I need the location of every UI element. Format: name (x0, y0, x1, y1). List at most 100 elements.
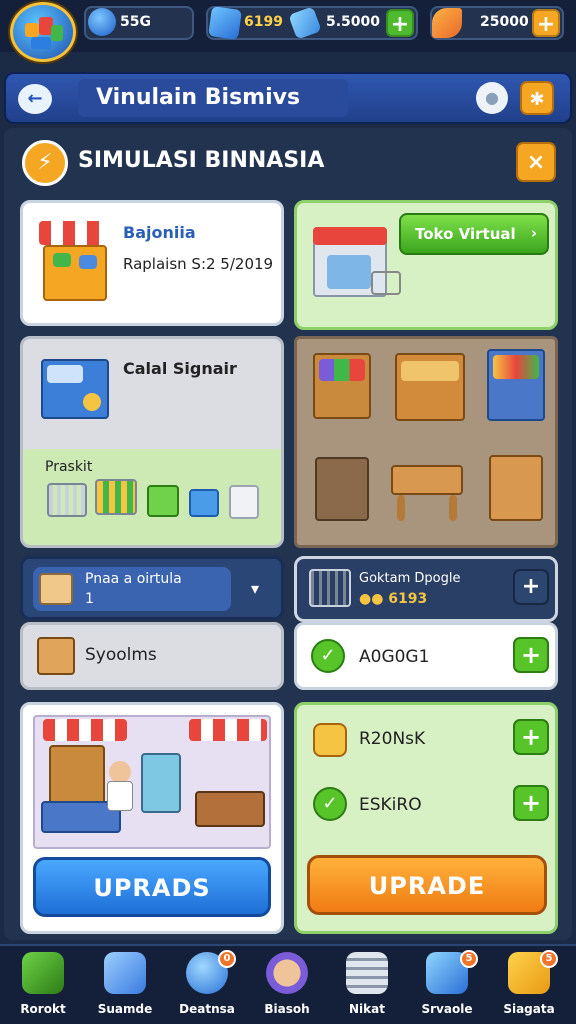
add-cart-button[interactable]: + (513, 569, 549, 605)
bottom-tab-bar: Rorokt Suamde Deatnsa 0 Biasoh Nikat Srv… (0, 944, 576, 1024)
tab-rorokt[interactable]: Rorokt (8, 952, 78, 1024)
produk-card[interactable]: Pnaa a oirtula 1 ▾ (20, 556, 284, 620)
package-icon (37, 637, 75, 675)
syoolms-card[interactable]: Syoolms (20, 622, 284, 690)
add-a0060-button[interactable]: + (513, 637, 549, 673)
table-leg-icon (397, 495, 405, 521)
add-esk-button[interactable]: + (513, 785, 549, 821)
notification-badge: 0 (218, 950, 236, 968)
wooden-crate-icon[interactable] (315, 457, 369, 521)
produce-icon (53, 253, 71, 267)
shelf-icon (49, 745, 105, 805)
toko-virtual-card[interactable]: Toko Virtual › (294, 200, 558, 330)
a0060-label: A0G0G1 (359, 647, 430, 667)
shopkeeper-icon (109, 761, 131, 783)
register-screen-icon (47, 365, 83, 383)
right-awning-icon (189, 719, 267, 741)
arcade-machine-icon (141, 753, 181, 813)
add-resource-button[interactable]: + (386, 9, 414, 37)
check-icon: ✓ (313, 787, 347, 821)
praskit-label: Praskit (45, 459, 93, 475)
tab-nikat[interactable]: Nikat (332, 952, 402, 1024)
syoolms-label: Syoolms (85, 645, 157, 665)
tab-label: Biasoh (264, 1002, 310, 1016)
tool-icon (288, 6, 322, 40)
gem-icon (88, 8, 116, 36)
cashier-title: Calal Signair (123, 359, 237, 378)
tab-deatnsa[interactable]: Deatnsa 0 (172, 950, 242, 1024)
tab-label: Nikat (349, 1002, 385, 1016)
chevron-right-icon: › (530, 224, 537, 242)
tab-label: Srvaole (421, 1002, 473, 1016)
table-leg-icon (449, 495, 457, 521)
wooden-table-icon[interactable] (391, 465, 463, 495)
cube-value: 6199 (244, 14, 283, 30)
shopkeeper-body-icon (107, 781, 133, 811)
tab-label: Deatnsa (179, 1002, 235, 1016)
character-tab-icon (266, 952, 308, 994)
tab-srvaole[interactable]: Srvaole 5 (412, 950, 482, 1024)
gems-counter: 55G (84, 6, 194, 40)
tab-label: Rorokt (20, 1002, 66, 1016)
tab-siagata[interactable]: Siagata 5 (494, 950, 564, 1024)
pin-icon[interactable]: ▾ (251, 579, 259, 598)
nav-title: Vinulain Bismivs (78, 79, 348, 117)
player-avatar[interactable] (10, 2, 76, 62)
stack-tab-icon (346, 952, 388, 994)
cart-icon (309, 569, 351, 607)
upgrades-card: R20NsK + ✓ ESKiRO + UPRADE (294, 702, 558, 934)
stall-card[interactable]: Bajoniia Raplaisn S:2 5/2019 (20, 200, 284, 326)
cardboard-box-icon[interactable] (489, 455, 543, 521)
produk-line2: 1 (85, 591, 94, 607)
tab-suamde[interactable]: Suamde (90, 952, 160, 1024)
furniture-grid (294, 336, 558, 548)
blue-cube-icon (208, 6, 242, 40)
desk-icon (195, 791, 265, 827)
toko-virtual-label: Toko Virtual (415, 225, 516, 243)
crate-icon (79, 255, 97, 269)
stall-subtitle: Raplaisn S:2 5/2019 (123, 255, 274, 273)
tab-label: Suamde (97, 1002, 153, 1016)
nav-bar: ← Vinulain Bismivs ● ✱ (4, 72, 572, 124)
coin-icon (83, 393, 101, 411)
document-tab-icon (104, 952, 146, 994)
upgrade-left-button[interactable]: UPRADS (33, 857, 271, 917)
gems-value: 55G (120, 14, 151, 30)
box-icon (39, 573, 73, 605)
section-title: SIMULASI BINNASIA (78, 148, 325, 173)
lightning-badge-icon: ⚡ (22, 140, 68, 186)
gold-box-icon (313, 723, 347, 757)
green-box-icon (147, 485, 179, 517)
display-counter-icon (401, 361, 459, 381)
esk-label: ESKiRO (359, 795, 422, 815)
location-pin-icon[interactable]: ● (476, 82, 508, 114)
add-r20-button[interactable]: + (513, 719, 549, 755)
tab-biasoh[interactable]: Biasoh (252, 952, 322, 1024)
back-arrow-icon[interactable]: ← (18, 84, 52, 114)
store-roof-icon (313, 227, 387, 245)
close-button[interactable]: × (516, 142, 556, 182)
add-stars-button[interactable]: + (532, 9, 560, 37)
notification-badge: 5 (460, 950, 478, 968)
cart-value: ●● 6193 (359, 591, 428, 607)
toko-virtual-button[interactable]: Toko Virtual › (399, 213, 549, 255)
upgrade-right-button[interactable]: UPRADE (307, 855, 547, 915)
market-stall-icon (43, 245, 107, 301)
white-box-icon (229, 485, 259, 519)
r20-label: R20NsK (359, 729, 426, 749)
shopping-cart-icon (371, 271, 401, 295)
shop-scene-card[interactable]: UPRADS (20, 702, 284, 934)
tab-label: Siagata (503, 1002, 555, 1016)
cashier-card[interactable]: Calal Signair Praskit (20, 336, 284, 548)
cart-icon (47, 483, 87, 517)
left-awning-icon (43, 719, 127, 741)
cart-upgrade-card[interactable]: Goktam Dpogle ●● 6193 + (294, 556, 558, 622)
blue-box-icon (189, 489, 219, 517)
store-window-icon (327, 255, 371, 289)
settings-gear-icon[interactable]: ✱ (520, 81, 554, 115)
shop-tab-icon (22, 952, 64, 994)
produk-line1: Pnaa a oirtula (85, 571, 182, 587)
stall-title: Bajoniia (123, 223, 196, 242)
check-icon: ✓ (311, 639, 345, 673)
a0060-card[interactable]: ✓ A0G0G1 + (294, 622, 558, 690)
